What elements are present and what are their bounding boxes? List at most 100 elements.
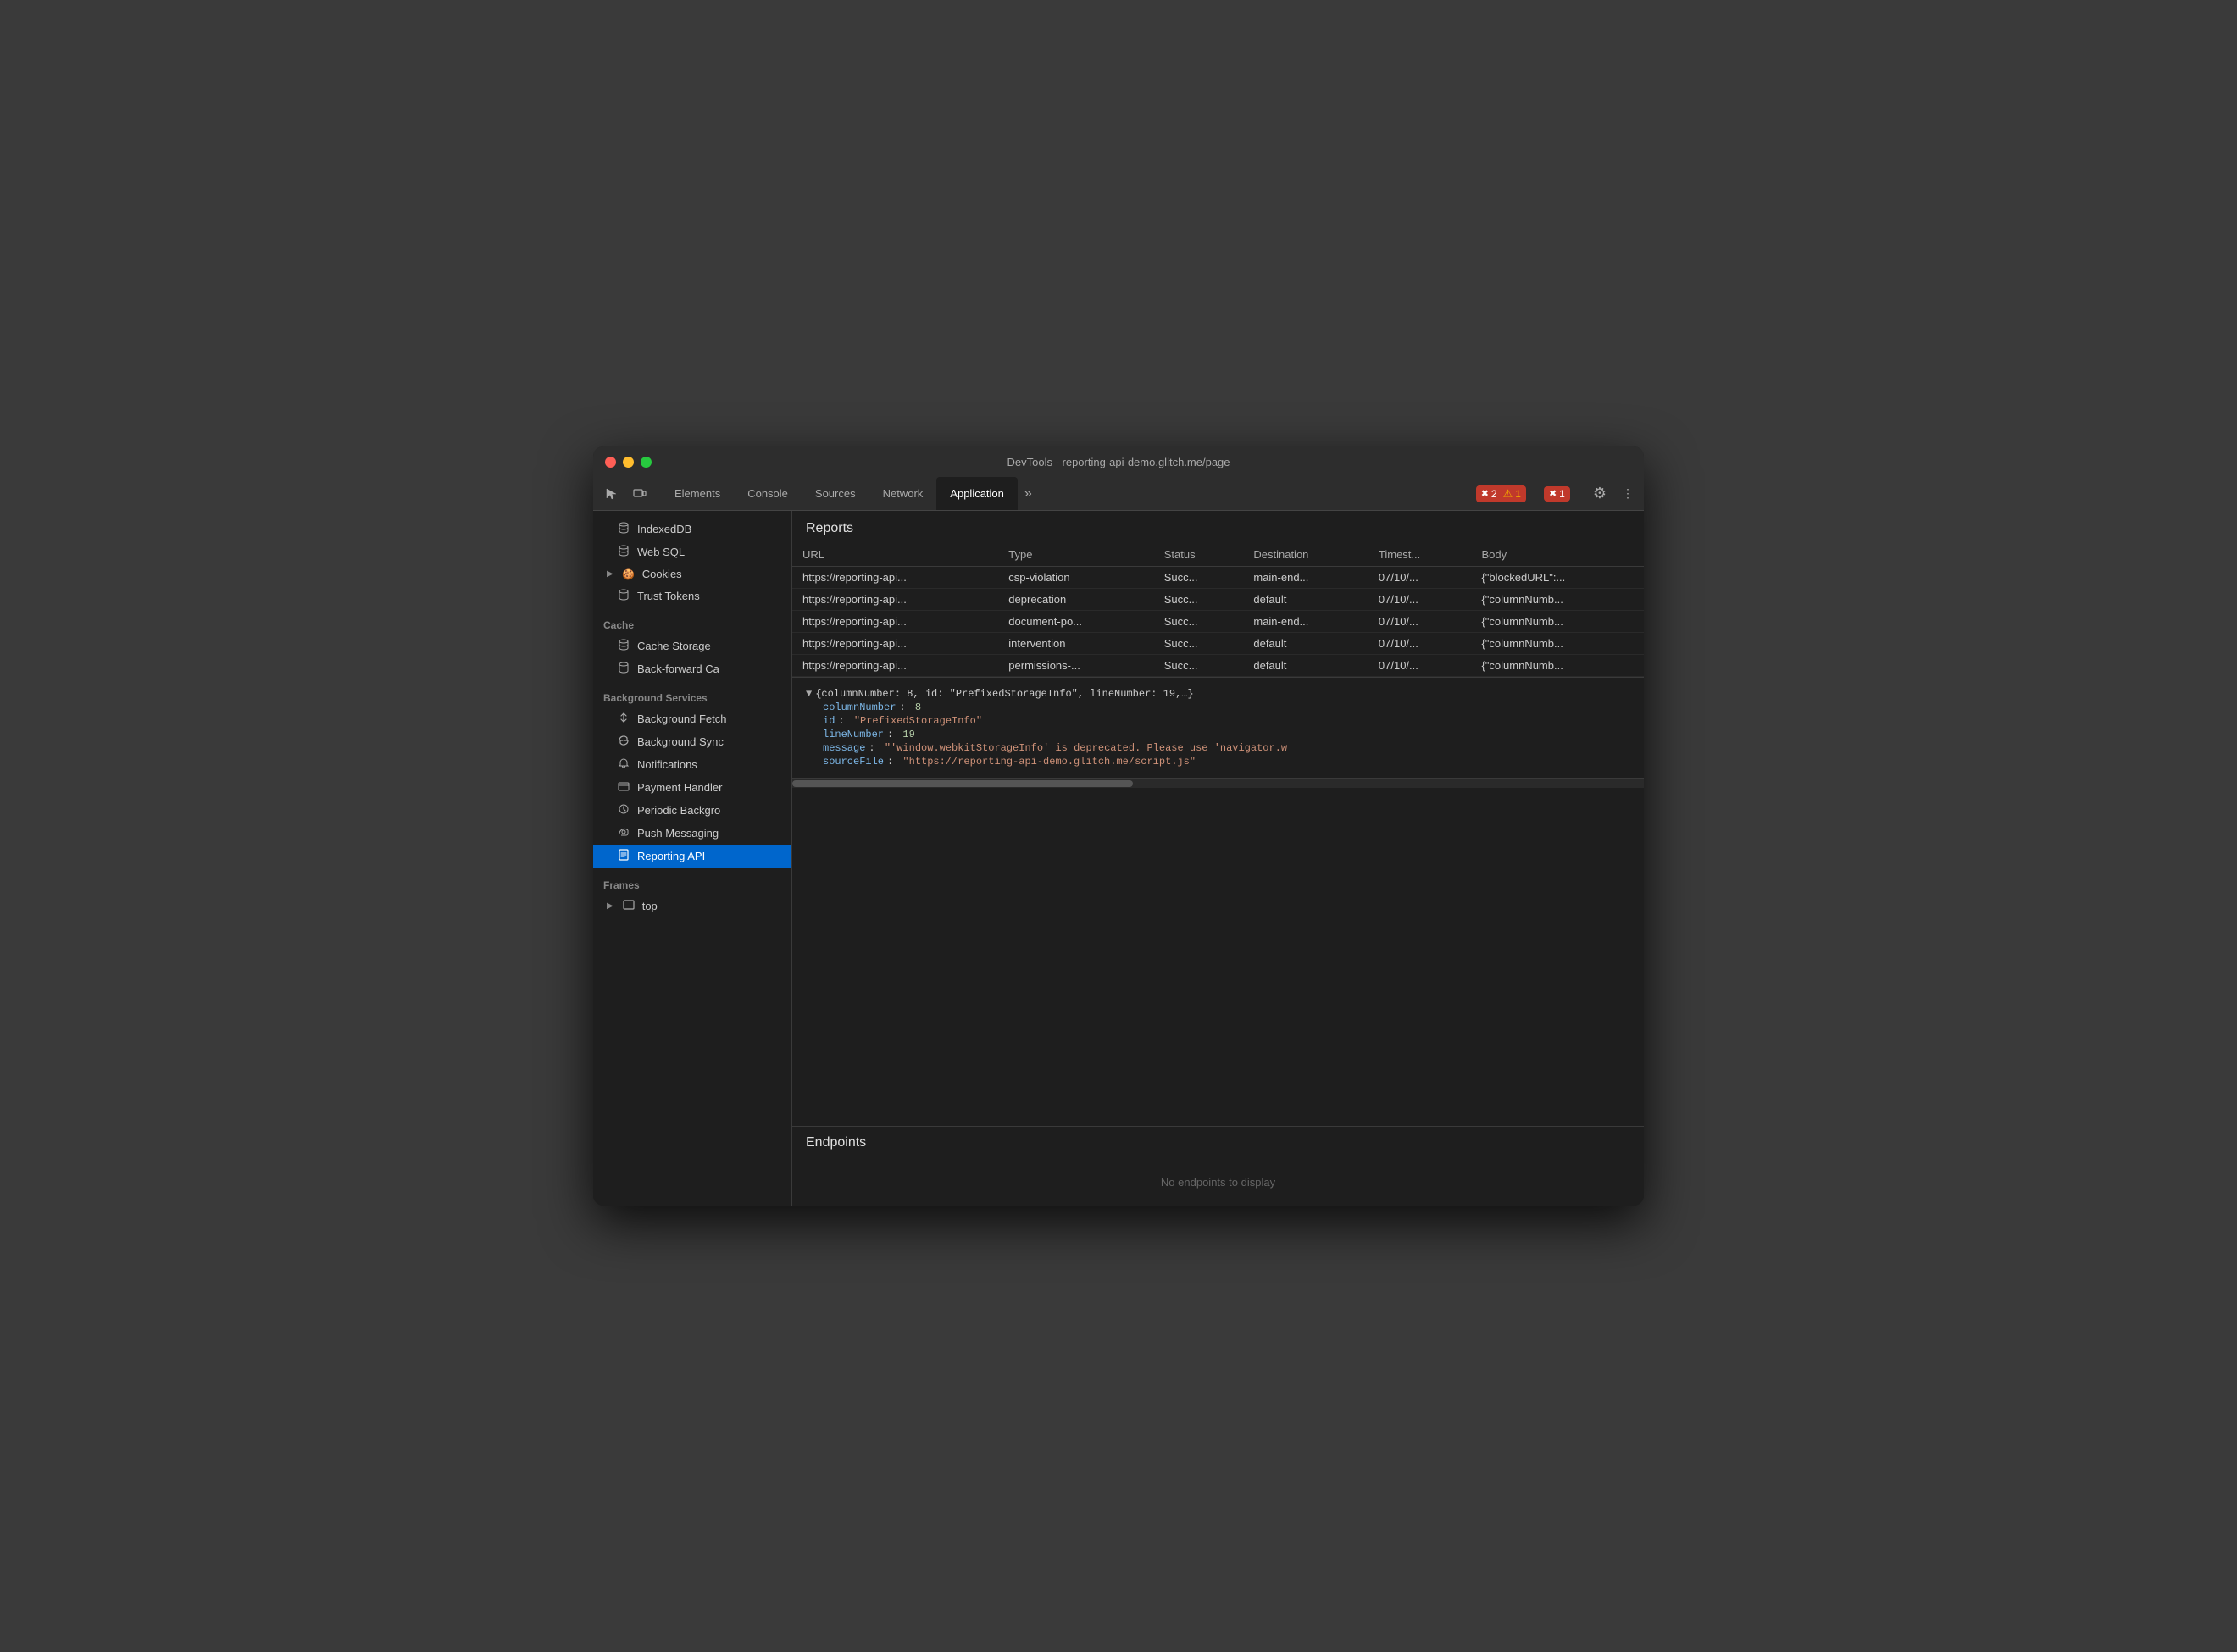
sidebar: IndexedDB Web SQL ▶ 🍪 Cookies — [593, 511, 792, 1206]
sidebar-item-back-forward[interactable]: Back-forward Ca — [593, 657, 791, 680]
sidebar-label: top — [642, 900, 658, 912]
cell-timestamp: 07/10/... — [1368, 633, 1472, 655]
json-field-columnnumber: columnNumber: 8 — [823, 701, 1630, 713]
cell-type: document-po... — [998, 611, 1153, 633]
cell-timestamp: 07/10/... — [1368, 655, 1472, 677]
more-options-icon[interactable]: ⋮ — [1617, 483, 1639, 504]
sidebar-label: Trust Tokens — [637, 590, 700, 602]
more-tabs-button[interactable]: » — [1018, 481, 1039, 507]
scrollbar-thumb — [792, 780, 1133, 787]
cache-storage-icon — [617, 639, 630, 653]
sidebar-item-cache-storage[interactable]: Cache Storage — [593, 635, 791, 657]
cell-url: https://reporting-api... — [792, 611, 998, 633]
violation-badge: ✖ 1 — [1544, 486, 1570, 502]
sidebar-item-payment-handler[interactable]: Payment Handler — [593, 776, 791, 799]
cell-body: {"blockedURL":... — [1471, 567, 1644, 589]
json-field-sourcefile: sourceFile: "https://reporting-api-demo.… — [823, 756, 1630, 768]
sidebar-label: Background Sync — [637, 735, 724, 748]
sidebar-section-frames: Frames — [593, 868, 791, 895]
tab-application[interactable]: Application — [936, 477, 1018, 510]
reports-title: Reports — [792, 511, 1644, 543]
tabbar-icons — [598, 481, 652, 507]
content-panel: Reports URL Type Status Destination Time… — [792, 511, 1644, 1206]
maximize-button[interactable] — [641, 457, 652, 468]
reports-section: Reports URL Type Status Destination Time… — [792, 511, 1644, 1126]
close-button[interactable] — [605, 457, 616, 468]
cell-url: https://reporting-api... — [792, 589, 998, 611]
sidebar-section-bg-services: Background Services — [593, 680, 791, 707]
sidebar-label: IndexedDB — [637, 523, 691, 535]
sidebar-label: Back-forward Ca — [637, 662, 719, 675]
cell-body: {"columnNumb... — [1471, 589, 1644, 611]
notifications-icon — [617, 757, 630, 772]
table-row[interactable]: https://reporting-api...permissions-...S… — [792, 655, 1644, 677]
cell-destination: default — [1243, 589, 1368, 611]
reports-table-container[interactable]: URL Type Status Destination Timest... Bo… — [792, 543, 1644, 677]
col-status: Status — [1154, 543, 1244, 567]
warn-icon: ⚠ — [1503, 487, 1513, 501]
sidebar-item-indexeddb[interactable]: IndexedDB — [593, 518, 791, 541]
col-type: Type — [998, 543, 1153, 567]
cell-status: Succ... — [1154, 655, 1244, 677]
sidebar-item-reporting-api[interactable]: Reporting API — [593, 845, 791, 868]
cell-type: intervention — [998, 633, 1153, 655]
tab-elements[interactable]: Elements — [661, 477, 734, 510]
table-row[interactable]: https://reporting-api...deprecationSucc.… — [792, 589, 1644, 611]
sidebar-item-bg-fetch[interactable]: Background Fetch — [593, 707, 791, 730]
sidebar-item-trust-tokens[interactable]: Trust Tokens — [593, 585, 791, 607]
periodic-bg-icon — [617, 803, 630, 818]
tabbar-right: ✖ 2 ⚠ 1 ✖ 1 ⚙ ⋮ — [1476, 481, 1639, 506]
sidebar-label: Periodic Backgro — [637, 804, 720, 817]
json-field-linenumber: lineNumber: 19 — [823, 729, 1630, 740]
col-timestamp: Timest... — [1368, 543, 1472, 567]
sidebar-item-push-messaging[interactable]: Push Messaging — [593, 822, 791, 845]
sidebar-item-bg-sync[interactable]: Background Sync — [593, 730, 791, 753]
cell-destination: default — [1243, 655, 1368, 677]
cell-destination: default — [1243, 633, 1368, 655]
sidebar-item-periodic-bg[interactable]: Periodic Backgro — [593, 799, 791, 822]
chevron-top-icon: ▶ — [607, 901, 613, 911]
tab-network[interactable]: Network — [869, 477, 937, 510]
websql-icon — [617, 545, 630, 559]
cell-timestamp: 07/10/... — [1368, 567, 1472, 589]
violation-count: 1 — [1559, 488, 1565, 500]
tab-sources[interactable]: Sources — [802, 477, 869, 510]
cell-timestamp: 07/10/... — [1368, 611, 1472, 633]
sidebar-label: Reporting API — [637, 850, 705, 862]
window-title: DevTools - reporting-api-demo.glitch.me/… — [1007, 456, 1230, 468]
cell-destination: main-end... — [1243, 567, 1368, 589]
sidebar-label: Cache Storage — [637, 640, 711, 652]
minimize-button[interactable] — [623, 457, 634, 468]
sidebar-item-notifications[interactable]: Notifications — [593, 753, 791, 776]
col-body: Body — [1471, 543, 1644, 567]
indexeddb-icon — [617, 522, 630, 536]
cursor-icon[interactable] — [598, 481, 624, 507]
sidebar-item-websql[interactable]: Web SQL — [593, 541, 791, 563]
tab-console[interactable]: Console — [734, 477, 802, 510]
violation-icon: ✖ — [1549, 488, 1557, 499]
sidebar-item-cookies[interactable]: ▶ 🍪 Cookies — [593, 563, 791, 585]
chevron-icon: ▶ — [607, 569, 613, 579]
sidebar-label: Notifications — [637, 758, 697, 771]
settings-icon[interactable]: ⚙ — [1588, 481, 1612, 506]
device-icon[interactable] — [627, 481, 652, 507]
cell-type: csp-violation — [998, 567, 1153, 589]
cell-type: permissions-... — [998, 655, 1153, 677]
push-messaging-icon — [617, 826, 630, 840]
horizontal-scrollbar[interactable] — [792, 778, 1644, 788]
error-icon: ✖ — [1481, 488, 1489, 499]
collapse-triangle[interactable]: ▼ — [806, 688, 812, 700]
sidebar-label: Push Messaging — [637, 827, 719, 840]
sidebar-section-cache: Cache — [593, 607, 791, 635]
table-row[interactable]: https://reporting-api...interventionSucc… — [792, 633, 1644, 655]
sidebar-label: Cookies — [642, 568, 682, 580]
error-badge: ✖ 2 ⚠ 1 — [1476, 485, 1526, 502]
table-row[interactable]: https://reporting-api...csp-violationSuc… — [792, 567, 1644, 589]
table-row[interactable]: https://reporting-api...document-po...Su… — [792, 611, 1644, 633]
sidebar-label: Web SQL — [637, 546, 685, 558]
cell-url: https://reporting-api... — [792, 567, 998, 589]
frame-icon — [622, 899, 636, 912]
titlebar: DevTools - reporting-api-demo.glitch.me/… — [593, 446, 1644, 477]
sidebar-item-top[interactable]: ▶ top — [593, 895, 791, 917]
reporting-api-icon — [617, 849, 630, 863]
